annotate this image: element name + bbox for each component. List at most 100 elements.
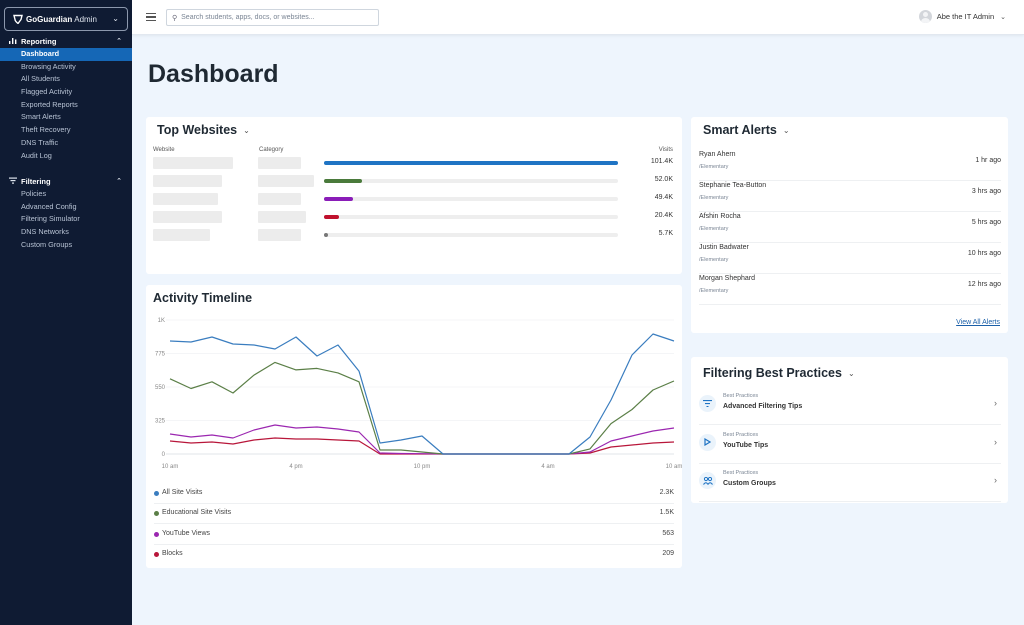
table-row[interactable]: 49.4K bbox=[146, 193, 682, 205]
alert-item[interactable]: Stephanie Tea-Button/Elementary 3 hrs ago bbox=[699, 181, 1001, 212]
sidebar-item-audit-log[interactable]: Audit Log bbox=[0, 150, 132, 163]
page-title: Dashboard bbox=[148, 60, 279, 88]
bar-chart-icon bbox=[9, 37, 18, 46]
series-line-educational-site-visits bbox=[169, 361, 675, 455]
sidebar-section-header-reporting[interactable]: Reporting ⌃ bbox=[0, 35, 132, 48]
table-row[interactable]: 52.0K bbox=[146, 175, 682, 187]
alert-time: 10 hrs ago bbox=[967, 250, 1001, 257]
visits-bar-fill bbox=[324, 179, 363, 183]
x-tick-label: 4 pm bbox=[289, 464, 302, 470]
table-row[interactable]: 101.4K bbox=[146, 157, 682, 169]
alert-item[interactable]: Afshin Rocha/Elementary 5 hrs ago bbox=[699, 212, 1001, 243]
sidebar-item-custom-groups[interactable]: Custom Groups bbox=[0, 239, 132, 252]
chevron-down-icon: ⌄ bbox=[243, 125, 250, 135]
legend-item[interactable]: YouTube Views 563 bbox=[154, 525, 674, 545]
sidebar-item-dns-traffic[interactable]: DNS Traffic bbox=[0, 137, 132, 150]
card-title: Top Websites bbox=[157, 123, 238, 137]
sidebar-item-exported-reports[interactable]: Exported Reports bbox=[0, 99, 132, 112]
sidebar-item-flagged-activity[interactable]: Flagged Activity bbox=[0, 86, 132, 99]
visits-bar-track bbox=[324, 179, 618, 183]
section-label: Reporting bbox=[21, 37, 57, 46]
org-switcher[interactable]: GoGuardian Admin ⌄ bbox=[4, 7, 128, 31]
alert-student-name: Ryan Ahern bbox=[699, 151, 736, 158]
alert-time: 1 hr ago bbox=[975, 157, 1001, 164]
user-menu[interactable]: Abe the IT Admin ⌄ bbox=[918, 10, 1006, 23]
visits-value: 20.4K bbox=[654, 212, 673, 219]
alert-group: /Elementary bbox=[699, 164, 729, 170]
y-tick-label: 325 bbox=[155, 419, 166, 425]
chevron-down-icon: ⌄ bbox=[112, 14, 119, 23]
visits-value: 49.4K bbox=[654, 194, 673, 201]
best-practice-item[interactable]: Best Practices YouTube Tips › bbox=[699, 426, 1001, 464]
series-line-all-site-visits bbox=[169, 333, 675, 455]
best-practice-title: Advanced Filtering Tips bbox=[723, 403, 803, 410]
visits-bar-track bbox=[324, 233, 618, 237]
visits-bar-fill bbox=[324, 215, 339, 219]
smart-alerts-dropdown[interactable]: Smart Alerts ⌄ bbox=[703, 123, 790, 137]
y-tick-label: 0 bbox=[162, 452, 166, 458]
activity-timeline-chart: 0 325 550 775 1K 10 am 4 pm 10 pm 4 am 10 am bbox=[155, 318, 682, 470]
chevron-up-icon: ⌃ bbox=[116, 178, 122, 185]
best-practice-title: Custom Groups bbox=[723, 480, 776, 487]
sidebar-section-header-filtering[interactable]: Filtering ⌃ bbox=[0, 175, 132, 188]
legend-label: YouTube Views bbox=[162, 529, 210, 537]
legend-item[interactable]: Educational Site Visits 1.5K bbox=[154, 504, 674, 525]
view-all-alerts-link[interactable]: View All Alerts bbox=[956, 319, 1000, 326]
alert-group: /Elementary bbox=[699, 195, 729, 201]
alert-time: 3 hrs ago bbox=[971, 188, 1001, 195]
best-practices-dropdown[interactable]: Filtering Best Practices ⌄ bbox=[703, 366, 855, 380]
legend-item[interactable]: Blocks 209 bbox=[154, 545, 674, 565]
alert-group: /Elementary bbox=[699, 288, 729, 294]
filtering-best-practices-card: Filtering Best Practices ⌄ Best Practice… bbox=[691, 357, 1008, 503]
alert-item[interactable]: Ryan Ahern/Elementary 1 hr ago bbox=[699, 150, 1001, 181]
sidebar-section-filtering: Filtering ⌃ Policies Advanced Config Fil… bbox=[0, 175, 132, 251]
sidebar-item-policies[interactable]: Policies bbox=[0, 188, 132, 201]
filter-icon bbox=[9, 177, 18, 186]
y-tick-label: 1K bbox=[158, 318, 165, 324]
brand-name: GoGuardian bbox=[26, 14, 73, 24]
alert-item[interactable]: Morgan Shephard/Elementary 12 hrs ago bbox=[699, 274, 1001, 305]
alert-student-name: Justin Badwater bbox=[699, 244, 749, 251]
legend-item[interactable]: All Site Visits 2.3K bbox=[154, 484, 674, 504]
category-placeholder bbox=[258, 211, 306, 223]
visits-bar-fill bbox=[324, 197, 354, 201]
sidebar-item-dashboard[interactable]: Dashboard bbox=[0, 48, 132, 61]
y-tick-label: 550 bbox=[155, 385, 166, 391]
sidebar-item-smart-alerts[interactable]: Smart Alerts bbox=[0, 111, 132, 124]
sidebar-item-all-students[interactable]: All Students bbox=[0, 73, 132, 86]
legend-label: All Site Visits bbox=[162, 489, 203, 496]
legend-dot-icon bbox=[154, 511, 159, 517]
play-icon bbox=[699, 433, 716, 451]
best-practice-item[interactable]: Best Practices Advanced Filtering Tips › bbox=[699, 387, 1001, 425]
search-input[interactable]: ⚲ Search students, apps, docs, or websit… bbox=[166, 9, 379, 26]
chevron-right-icon: › bbox=[994, 475, 997, 485]
card-title: Filtering Best Practices bbox=[703, 366, 842, 380]
sidebar-item-filtering-simulator[interactable]: Filtering Simulator bbox=[0, 213, 132, 226]
chevron-right-icon: › bbox=[994, 398, 997, 408]
legend-dot-icon bbox=[154, 491, 159, 496]
search-placeholder: Search students, apps, docs, or websites… bbox=[181, 14, 315, 21]
best-practice-item[interactable]: Best Practices Custom Groups › bbox=[699, 464, 1001, 502]
sidebar-item-dns-networks[interactable]: DNS Networks bbox=[0, 226, 132, 239]
website-placeholder bbox=[153, 229, 210, 241]
card-title: Smart Alerts bbox=[703, 123, 777, 137]
table-row[interactable]: 5.7K bbox=[146, 229, 682, 241]
website-placeholder bbox=[153, 193, 218, 205]
hamburger-menu-icon[interactable] bbox=[146, 13, 156, 21]
brand-suffix: Admin bbox=[74, 14, 97, 24]
chevron-down-icon: ⌄ bbox=[847, 368, 855, 378]
sidebar-item-theft-recovery[interactable]: Theft Recovery bbox=[0, 124, 132, 137]
category-placeholder bbox=[258, 193, 301, 205]
alert-time: 5 hrs ago bbox=[971, 219, 1001, 226]
alert-group: /Elementary bbox=[699, 226, 729, 232]
table-row[interactable]: 20.4K bbox=[146, 211, 682, 223]
sidebar-item-browsing-activity[interactable]: Browsing Activity bbox=[0, 61, 132, 74]
top-websites-dropdown[interactable]: Top Websites ⌄ bbox=[157, 123, 250, 137]
category-placeholder bbox=[258, 229, 301, 241]
shield-logo-icon bbox=[13, 14, 23, 24]
alert-group: /Elementary bbox=[699, 257, 729, 263]
alert-item[interactable]: Justin Badwater/Elementary 10 hrs ago bbox=[699, 243, 1001, 274]
x-tick-label: 4 am bbox=[541, 464, 554, 470]
x-tick-label: 10 pm bbox=[414, 464, 431, 470]
sidebar-item-advanced-config[interactable]: Advanced Config bbox=[0, 201, 132, 214]
